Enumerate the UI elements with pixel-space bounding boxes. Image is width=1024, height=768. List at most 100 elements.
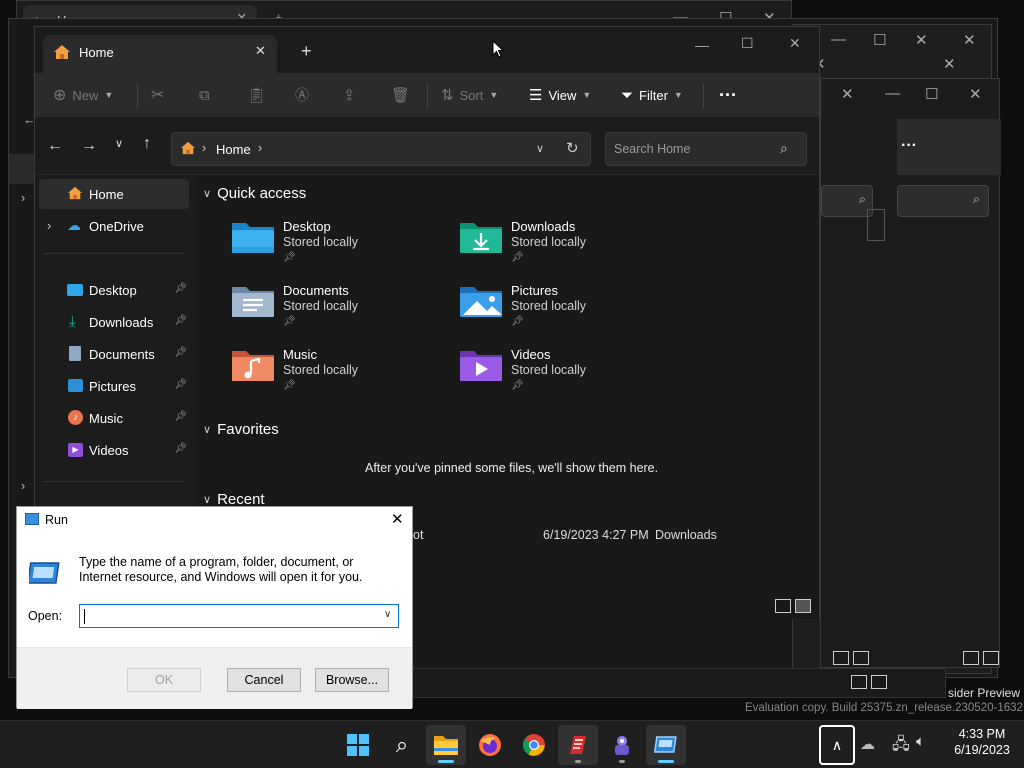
- network-icon[interactable]: 🖧︎: [892, 733, 910, 760]
- maximize-icon[interactable]: ☐: [741, 35, 754, 52]
- view-button[interactable]: ☰ View ▼: [529, 73, 591, 117]
- taskbar-app-purple[interactable]: [602, 725, 642, 765]
- sidebar-item-music[interactable]: ♪ Music 📌︎: [39, 403, 189, 433]
- tiles-view-icon[interactable]: [795, 599, 811, 613]
- rename-button[interactable]: Ⓐ: [295, 73, 309, 117]
- tab-home[interactable]: Home ✕: [43, 35, 277, 73]
- close-window-icon[interactable]: ✕: [789, 35, 801, 52]
- search-box[interactable]: ⌕: [897, 185, 989, 217]
- quick-access-music[interactable]: Music Stored locally 📌︎: [231, 347, 451, 407]
- expand-chevron-icon[interactable]: ›: [47, 218, 51, 233]
- taskbar-run-app[interactable]: [646, 725, 686, 765]
- browse-button[interactable]: Browse...: [315, 668, 389, 692]
- taskbar-chrome[interactable]: [514, 725, 554, 765]
- collapse-chevron-icon[interactable]: ∨: [203, 423, 211, 436]
- sidebar-item-downloads[interactable]: ⤓ Downloads 📌︎: [39, 307, 189, 337]
- quick-access-videos[interactable]: Videos Stored locally 📌︎: [459, 347, 679, 407]
- search-box[interactable]: Search Home ⌕: [605, 132, 807, 166]
- minimize-icon[interactable]: —: [695, 37, 709, 53]
- forward-arrow-icon[interactable]: →: [81, 137, 97, 155]
- sidebar-item-documents[interactable]: Documents 📌︎: [39, 339, 189, 369]
- running-indicator: [658, 760, 674, 763]
- cut-button[interactable]: ✂: [151, 73, 164, 117]
- quick-access-documents[interactable]: Documents Stored locally 📌︎: [231, 283, 451, 343]
- onedrive-offline-icon[interactable]: ☁: [860, 735, 875, 753]
- pin-icon[interactable]: 📌︎: [174, 379, 187, 390]
- collapse-chevron-icon[interactable]: ∨: [203, 187, 211, 200]
- new-button[interactable]: ⊕ New ▼: [53, 73, 113, 117]
- taskbar-file-explorer[interactable]: [426, 725, 466, 765]
- clock-time: 4:33 PM: [958, 727, 1006, 741]
- sidebar-item-onedrive[interactable]: › ☁ OneDrive: [39, 211, 189, 241]
- view-toggle[interactable]: [851, 675, 887, 689]
- chevron-right-icon[interactable]: ›: [21, 191, 25, 205]
- up-arrow-icon[interactable]: ↑: [143, 135, 151, 153]
- start-button[interactable]: [338, 725, 378, 765]
- pin-icon[interactable]: 📌︎: [174, 411, 187, 422]
- sort-button[interactable]: ⇅ Sort ▼: [441, 73, 498, 117]
- address-bar[interactable]: › Home › ∨ ↻: [171, 132, 591, 166]
- new-tab-icon[interactable]: +: [301, 41, 312, 62]
- pin-icon[interactable]: 📌︎: [174, 315, 187, 326]
- volume-icon[interactable]: 🔈︎: [916, 733, 925, 750]
- pin-icon[interactable]: 📌︎: [174, 443, 187, 454]
- details-view-icon[interactable]: [963, 651, 979, 665]
- details-view-icon[interactable]: [833, 651, 849, 665]
- quick-access-downloads[interactable]: Downloads Stored locally 📌︎: [459, 219, 679, 279]
- chevron-right-icon[interactable]: ›: [21, 479, 25, 493]
- recent-file-name[interactable]: ot: [413, 528, 423, 542]
- refresh-icon[interactable]: ↻: [566, 139, 579, 157]
- taskbar-firefox[interactable]: [470, 725, 510, 765]
- sidebar-item-desktop[interactable]: Desktop 📌︎: [39, 275, 189, 305]
- close-tab-icon[interactable]: ✕: [255, 43, 266, 59]
- collapse-chevron-icon[interactable]: ∨: [203, 493, 211, 506]
- ok-button[interactable]: OK: [127, 668, 201, 692]
- tiles-view-icon[interactable]: [853, 651, 869, 665]
- close-icon[interactable]: ✕: [915, 31, 928, 49]
- details-view-icon[interactable]: [851, 675, 867, 689]
- maximize-icon[interactable]: ☐: [925, 85, 938, 103]
- chevron-down-icon[interactable]: ∨: [384, 609, 391, 620]
- filter-button[interactable]: ⏷ Filter ▼: [621, 73, 683, 117]
- minimize-icon[interactable]: —: [885, 85, 900, 102]
- address-history-chevron-icon[interactable]: ∨: [536, 142, 544, 155]
- quick-access-header[interactable]: ∨ Quick access: [203, 185, 306, 202]
- close-icon[interactable]: ✕: [841, 85, 854, 103]
- search-button[interactable]: ⌕: [382, 725, 422, 765]
- sidebar-item-pictures[interactable]: Pictures 📌︎: [39, 371, 189, 401]
- tiles-view-icon[interactable]: [983, 651, 999, 665]
- view-toggle[interactable]: [833, 651, 869, 665]
- pin-icon[interactable]: 📌︎: [174, 347, 187, 358]
- more-options-button[interactable]: ···: [719, 73, 737, 117]
- quick-access-pictures[interactable]: Pictures Stored locally 📌︎: [459, 283, 679, 343]
- back-arrow-icon[interactable]: ←: [47, 137, 63, 155]
- search-box[interactable]: ⌕: [821, 185, 873, 217]
- open-label: Open:: [28, 609, 63, 623]
- clock[interactable]: 4:33 PM 6/19/2023: [944, 727, 1020, 757]
- pin-icon[interactable]: 📌︎: [174, 283, 187, 294]
- close-icon[interactable]: ✕: [969, 85, 982, 103]
- taskbar-app-red[interactable]: [558, 725, 598, 765]
- cancel-button[interactable]: Cancel: [227, 668, 301, 692]
- share-button[interactable]: ⇪: [343, 73, 356, 117]
- close-icon[interactable]: ✕: [943, 55, 956, 73]
- quick-access-desktop[interactable]: Desktop Stored locally 📌︎: [231, 219, 451, 279]
- close-icon[interactable]: ✕: [963, 31, 976, 49]
- sidebar-item-videos[interactable]: ▶ Videos 📌︎: [39, 435, 189, 465]
- copy-button[interactable]: ⧉: [199, 73, 210, 117]
- open-combobox[interactable]: ∨: [79, 604, 399, 628]
- view-toggle[interactable]: [963, 651, 999, 665]
- maximize-icon[interactable]: ☐: [873, 31, 886, 49]
- details-view-icon[interactable]: [775, 599, 791, 613]
- recent-locations-chevron-icon[interactable]: ∨: [115, 137, 123, 150]
- paste-button[interactable]: 📋︎: [247, 73, 266, 117]
- close-icon[interactable]: ✕: [391, 510, 404, 528]
- favorites-header[interactable]: ∨ Favorites: [203, 421, 279, 438]
- more-options-icon[interactable]: ···: [901, 137, 917, 155]
- minimize-icon[interactable]: —: [831, 31, 846, 48]
- breadcrumb-home[interactable]: Home: [216, 142, 251, 157]
- delete-button[interactable]: 🗑︎: [391, 73, 410, 117]
- tiles-view-icon[interactable]: [871, 675, 887, 689]
- sidebar-item-home[interactable]: Home: [39, 179, 189, 209]
- show-hidden-icons-button[interactable]: ∧: [819, 725, 855, 765]
